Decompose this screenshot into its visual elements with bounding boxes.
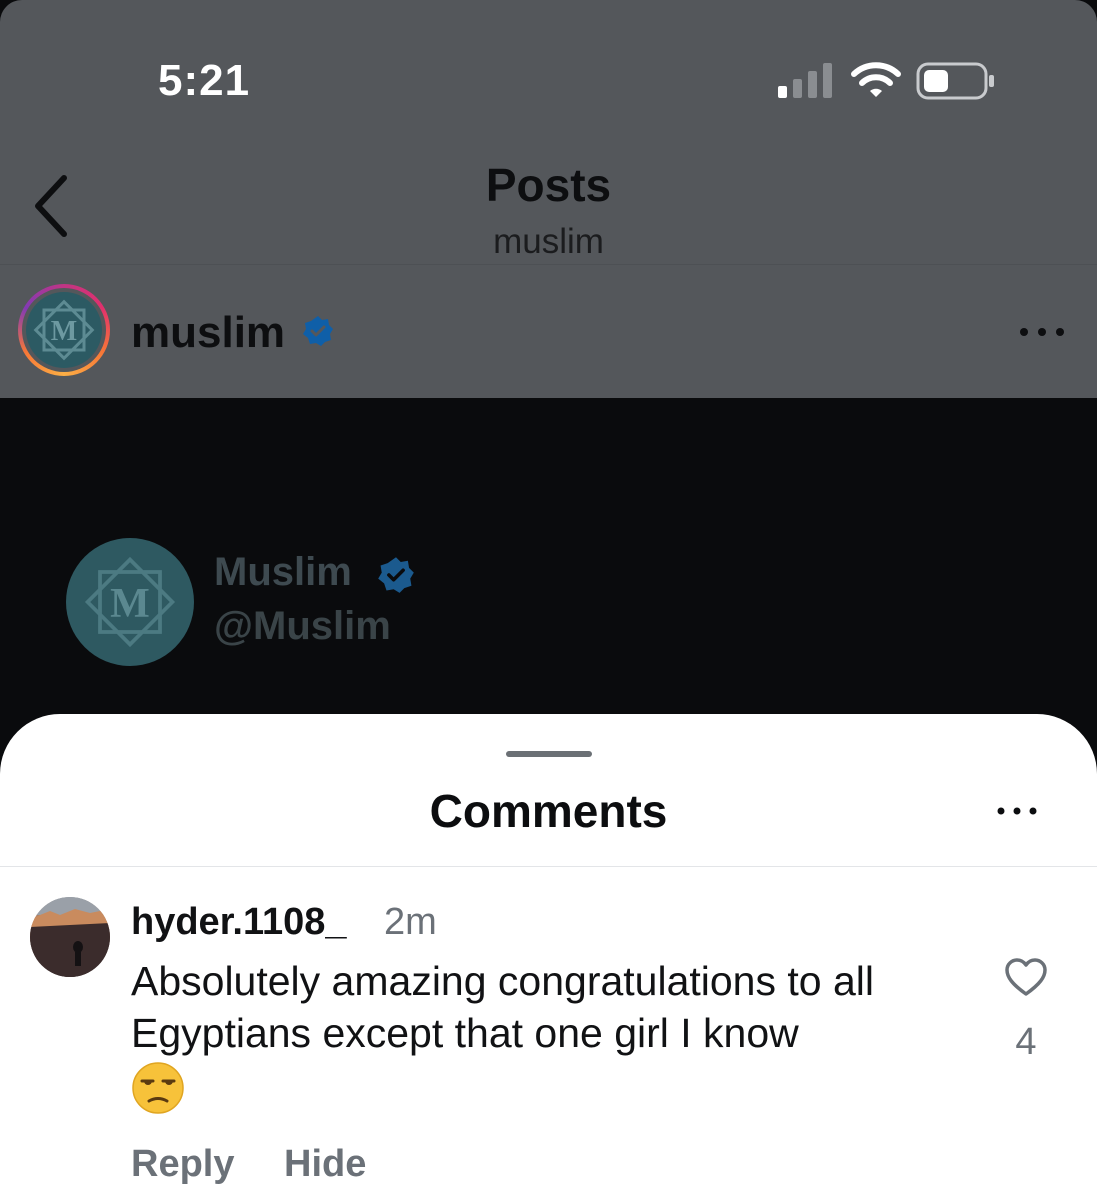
like-count: 4 [1015, 1021, 1037, 1063]
more-horizontal-icon[interactable] [1018, 324, 1066, 340]
wifi-icon [851, 62, 901, 97]
more-horizontal-icon[interactable] [996, 804, 1038, 818]
embedded-tweet-avatar: M [66, 538, 194, 666]
instagram-post-screen: 5:21 Posts muslim M muslim M Muslim @Mus… [0, 0, 1097, 1200]
comment-item: hyder.1108_ 2m Absolutely amazing congra… [0, 889, 1097, 1200]
story-avatar[interactable]: M [18, 284, 110, 376]
page-subtitle: muslim [493, 222, 604, 261]
avatar: M [26, 292, 102, 368]
embedded-tweet-handle: @Muslim [214, 604, 391, 648]
avatar[interactable] [30, 897, 110, 977]
status-bar: 5:21 [0, 0, 1097, 150]
post-username[interactable]: muslim [131, 308, 285, 358]
svg-text:M: M [51, 316, 77, 347]
reply-button[interactable]: Reply [131, 1143, 234, 1186]
cellular-signal-icon [778, 63, 832, 98]
battery-icon [916, 62, 994, 100]
landscape-photo-icon [30, 897, 110, 977]
muslim-logo-icon: M [84, 556, 176, 648]
comments-sheet: Comments hyder.1108_ 2m Absolutely amazi… [0, 714, 1097, 1200]
svg-text:M: M [110, 581, 150, 627]
verified-badge-icon [378, 557, 414, 593]
post-image[interactable]: M Muslim @Muslim [0, 398, 1097, 738]
unamused-face-emoji [132, 1062, 184, 1114]
page-title: Posts [485, 159, 612, 211]
muslim-logo-icon: M [33, 299, 95, 361]
heart-icon[interactable] [1004, 957, 1048, 997]
sheet-grabber[interactable] [506, 751, 592, 757]
verified-badge-icon [303, 316, 333, 346]
dimmed-background: 5:21 Posts muslim M muslim [0, 0, 1097, 398]
hide-button[interactable]: Hide [284, 1143, 366, 1186]
embedded-tweet-name: Muslim [214, 550, 352, 594]
sheet-title: Comments [429, 785, 668, 837]
post-header: M muslim [0, 266, 1097, 398]
comment-username[interactable]: hyder.1108_ [131, 901, 347, 944]
divider [0, 866, 1097, 867]
comment-timestamp: 2m [384, 901, 437, 943]
comment-text: Absolutely amazing congratulations to al… [131, 958, 874, 1056]
status-time: 5:21 [158, 56, 251, 105]
navigation-bar: Posts muslim [0, 150, 1097, 265]
